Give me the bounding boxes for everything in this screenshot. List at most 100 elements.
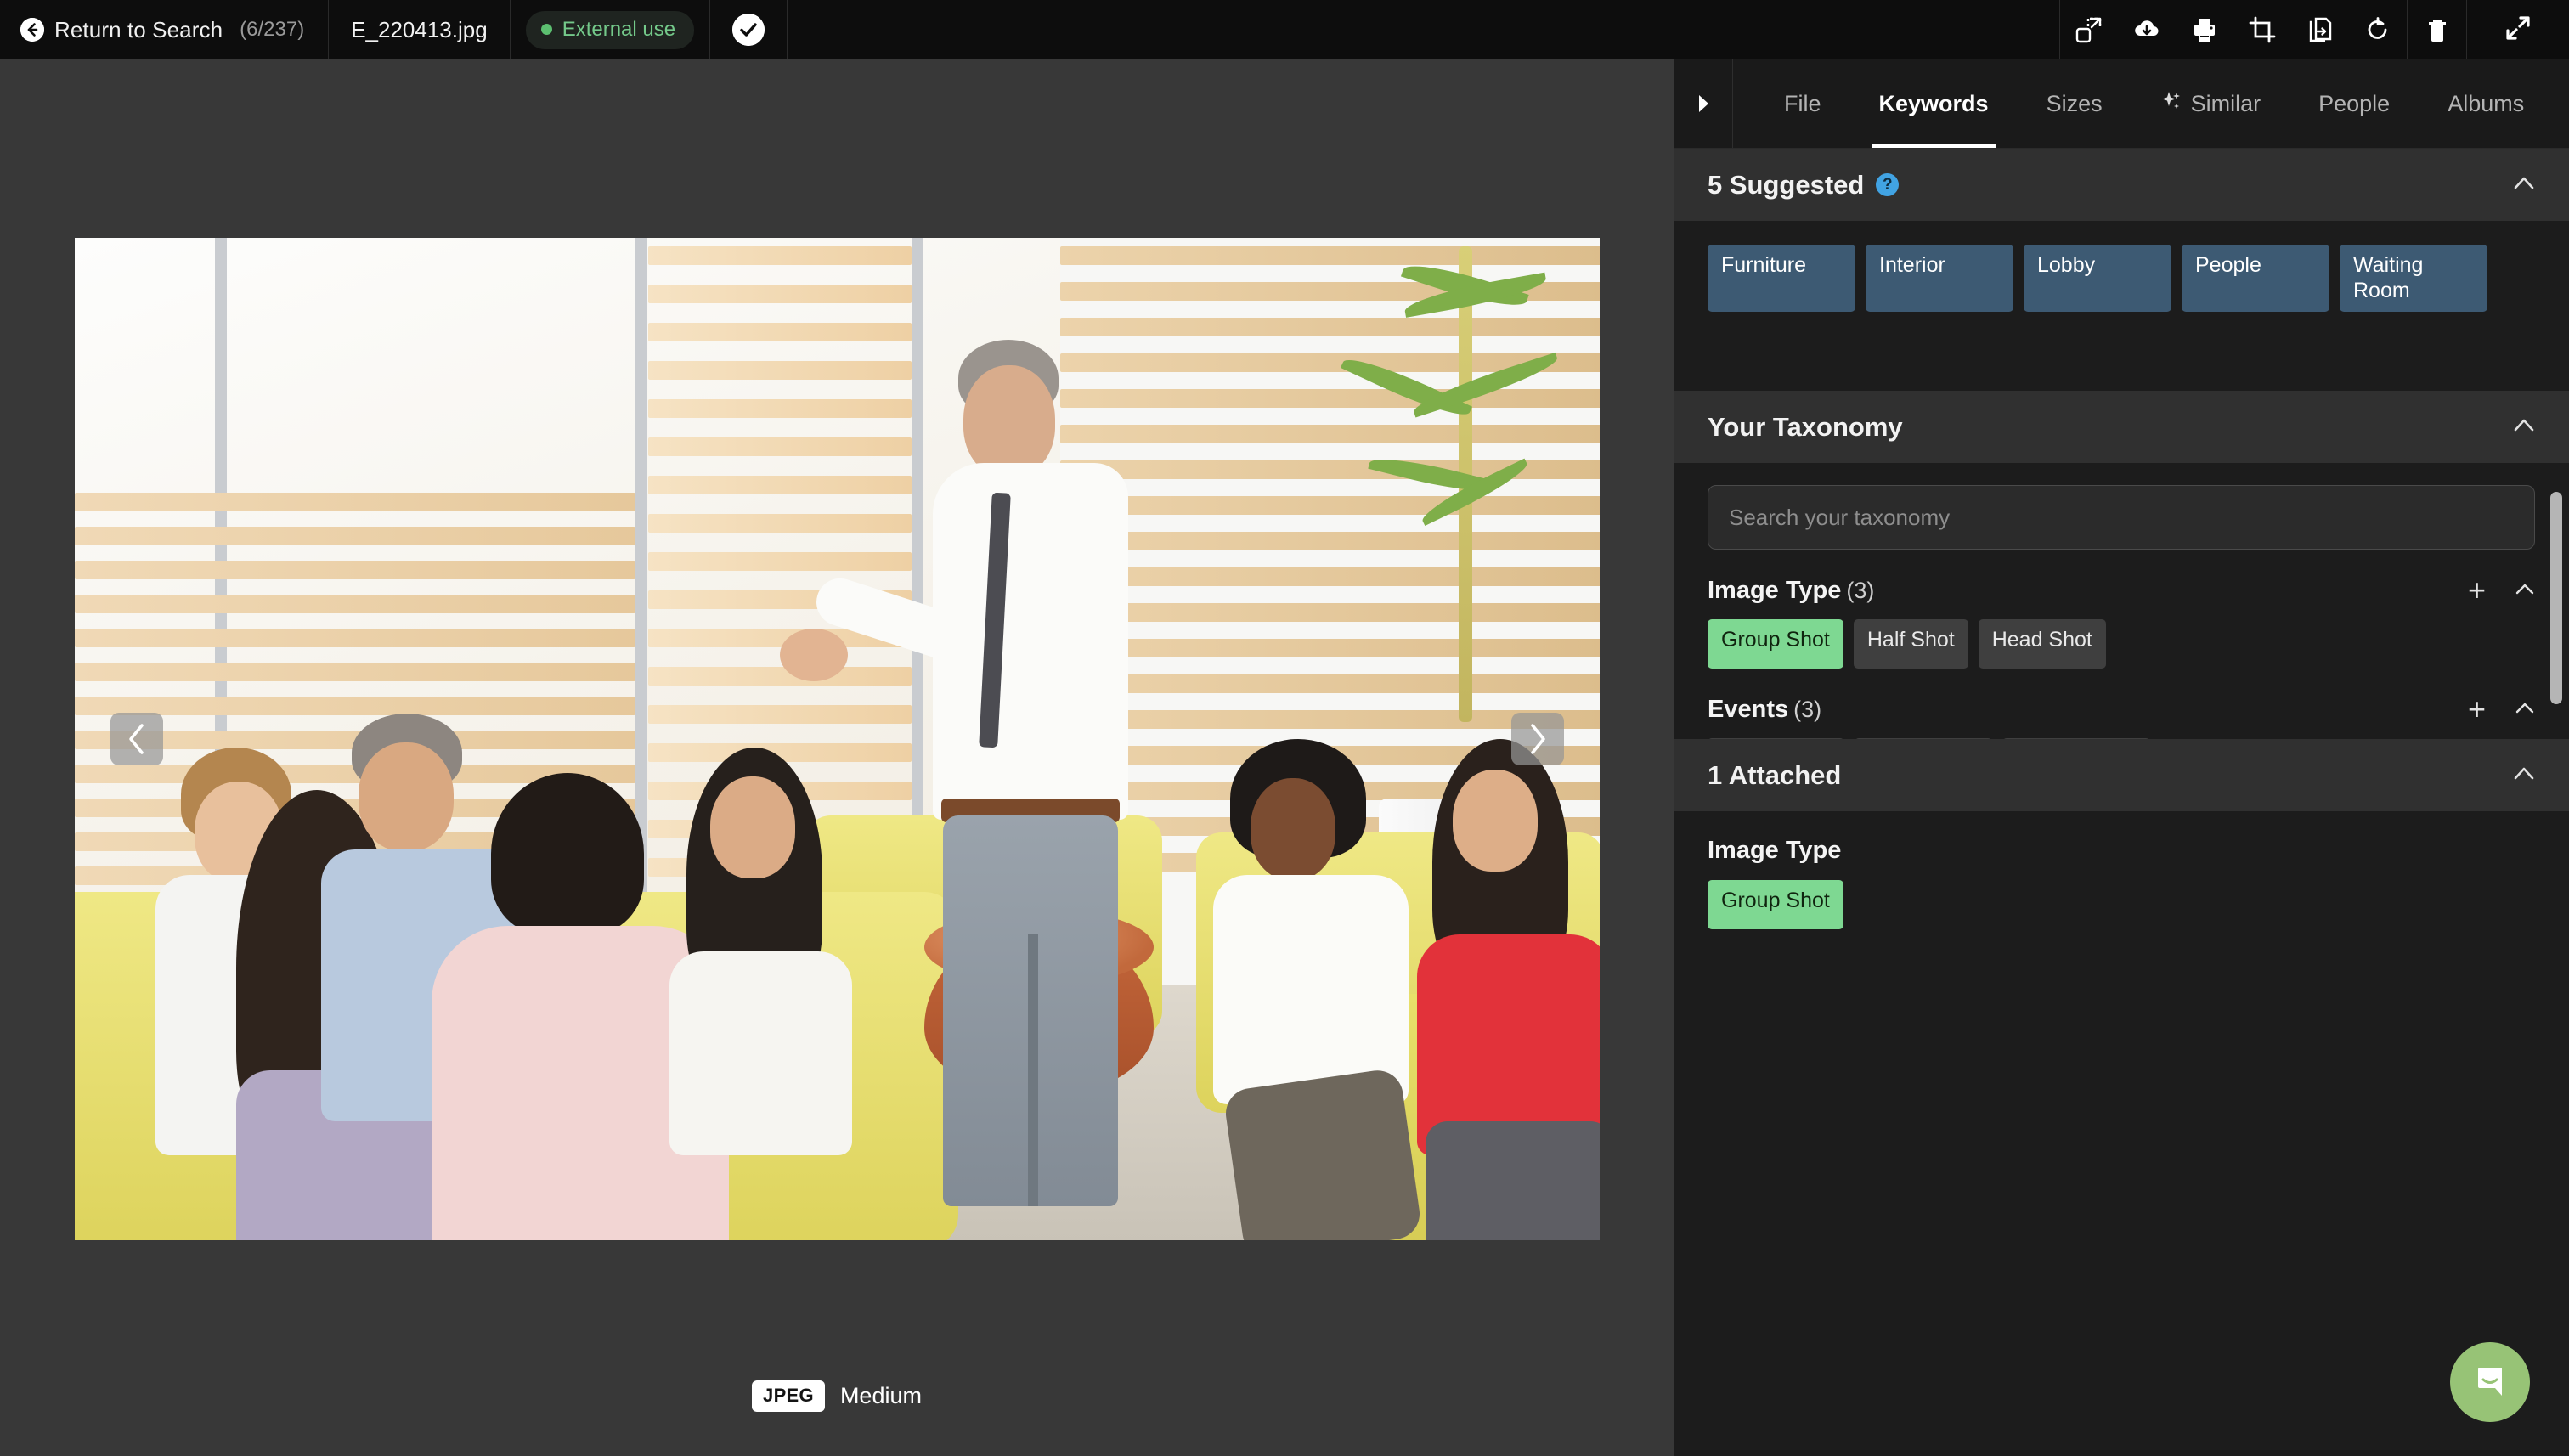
suggested-chip[interactable]: Interior (1866, 245, 2013, 312)
back-arrow-icon (20, 18, 44, 42)
suggested-body: Furniture Interior Lobby People Waiting … (1674, 221, 2569, 391)
tab-albums[interactable]: Albums (2419, 59, 2553, 148)
group-header: Events (3) + (1708, 694, 2535, 725)
chat-bubble-icon (2469, 1359, 2511, 1406)
panel-tabs: File Keywords Sizes Similar People Album… (1733, 59, 2569, 148)
taxonomy-chip[interactable]: Head Shot (1978, 619, 2106, 669)
download-cloud-icon[interactable] (2118, 0, 2176, 59)
taxonomy-collapse-button[interactable] (2513, 417, 2535, 437)
group-collapse-button[interactable] (2515, 582, 2535, 600)
chevron-left-icon (129, 724, 144, 754)
attached-chip[interactable]: Group Shot (1708, 880, 1843, 929)
rotate-icon[interactable] (2349, 0, 2407, 59)
tab-sizes[interactable]: Sizes (2018, 59, 2131, 148)
attached-collapse-button[interactable] (2513, 765, 2535, 785)
tab-people[interactable]: People (2290, 59, 2419, 148)
group-count: (3) (1793, 696, 1822, 722)
taxonomy-chip[interactable]: Team Building (2002, 738, 2151, 739)
person-seated-5 (669, 748, 865, 1155)
chevron-right-icon (1698, 95, 1708, 112)
return-to-search-label: Return to Search (54, 16, 223, 42)
person-standing-presenter (780, 340, 1154, 1240)
group-collapse-button[interactable] (2515, 701, 2535, 719)
attached-body: Image Type Group Shot (1674, 811, 2569, 1456)
tab-label: Albums (2448, 90, 2525, 116)
group-title-wrap: Image Type (3) (1708, 577, 1874, 605)
taxonomy-scrollbar[interactable] (2550, 492, 2562, 704)
tab-similar[interactable]: Similar (2131, 59, 2290, 148)
taxonomy-title: Your Taxonomy (1708, 411, 1903, 442)
taxonomy-chip[interactable]: Office Party (1855, 738, 1993, 739)
group-title: Image Type (1708, 576, 1842, 604)
attached-section-header[interactable]: 1 Attached (1674, 739, 2569, 811)
tab-file[interactable]: File (1755, 59, 1850, 148)
taxonomy-group-image-type: Image Type (3) + Group Shot Half Shot He… (1708, 575, 2535, 669)
approve-button[interactable] (709, 0, 788, 59)
taxonomy-chip[interactable]: Group Shot (1708, 619, 1843, 669)
chevron-up-icon (2515, 703, 2534, 713)
sparkle-icon (2160, 90, 2182, 118)
previous-image-button[interactable] (110, 713, 163, 765)
group-actions: + (2468, 694, 2535, 725)
preview-image[interactable] (75, 238, 1600, 1240)
taxonomy-content: Image Type(3) + Group Shot Half Shot (1674, 463, 2569, 739)
panel-expand-toggle[interactable] (1674, 59, 1733, 148)
attached-group-label: Image Type (1708, 837, 1842, 864)
chevron-right-icon (1531, 724, 1545, 754)
add-keyword-button[interactable]: + (2468, 575, 2486, 606)
file-name-label: E_220413.jpg (351, 16, 488, 42)
tab-label: Keywords (1878, 90, 1989, 116)
group-title-wrap: Events (3) (1708, 696, 1821, 724)
taxonomy-section-header[interactable]: Your Taxonomy (1674, 391, 2569, 463)
usage-status-label: External use (562, 17, 676, 41)
expand-fullscreen-button[interactable] (2467, 0, 2569, 59)
tab-keywords[interactable]: Keywords (1850, 59, 2018, 148)
replace-file-icon[interactable] (2291, 0, 2349, 59)
add-keyword-button[interactable]: + (2468, 694, 2486, 725)
crop-icon[interactable] (2233, 0, 2291, 59)
image-viewer: JPEG Medium (0, 59, 1674, 1456)
result-position-counter: (6/237) (240, 18, 305, 41)
taxonomy-search-input[interactable] (1708, 485, 2535, 550)
photo-canvas (75, 238, 1600, 1240)
taxonomy-chip[interactable]: Half Shot (1853, 619, 1968, 669)
next-image-button[interactable] (1511, 713, 1564, 765)
chevron-up-icon (2514, 177, 2534, 189)
status-dot-icon (540, 24, 552, 35)
suggested-collapse-button[interactable] (2513, 175, 2535, 195)
help-icon[interactable]: ? (1876, 173, 1900, 196)
return-to-search-button[interactable]: Return to Search (6/237) (0, 0, 330, 59)
suggested-chip[interactable]: Lobby (2024, 245, 2171, 312)
taxonomy-group-events: Events(3) + Conference Office Party (1708, 694, 2535, 739)
trash-icon[interactable] (2408, 0, 2466, 59)
group-header: Image Type (3) + (1708, 575, 2535, 606)
usage-status-cell[interactable]: External use (511, 0, 709, 59)
tab-label: Similar (2190, 90, 2261, 116)
check-circle-icon (732, 14, 765, 46)
suggested-section-header[interactable]: 5 Suggested ? (1674, 149, 2569, 221)
person-seated-6 (1213, 739, 1426, 1240)
suggested-title: 5 Suggested (1708, 169, 1865, 200)
suggested-chip[interactable]: Waiting Room (2340, 245, 2487, 312)
chevron-up-icon (2514, 767, 2534, 780)
panel-tabbar: File Keywords Sizes Similar People Album… (1674, 59, 2569, 149)
taxonomy-scroll-region: Image Type(3) + Group Shot Half Shot (1674, 463, 2569, 739)
tab-label: People (2318, 90, 2391, 116)
image-actions-group (2059, 0, 2408, 59)
file-name-cell: E_220413.jpg (329, 0, 511, 59)
size-label: Medium (839, 1383, 922, 1408)
suggested-title-wrap: 5 Suggested ? (1708, 169, 1900, 200)
group-chip-list: Group Shot Half Shot Head Shot (1708, 619, 2535, 669)
suggested-chip[interactable]: People (2182, 245, 2329, 312)
print-icon[interactable] (2176, 0, 2233, 59)
group-chip-list: Conference Office Party Team Building (1708, 738, 2535, 739)
format-badge: JPEG (752, 1380, 825, 1412)
duplicate-resize-icon[interactable] (2060, 0, 2118, 59)
suggested-chip[interactable]: Furniture (1708, 245, 1855, 312)
chat-launcher-button[interactable] (2450, 1342, 2530, 1422)
usage-status-badge[interactable]: External use (525, 10, 695, 49)
taxonomy-chip[interactable]: Conference (1708, 738, 1845, 739)
tab-label: Sizes (2046, 90, 2103, 116)
top-toolbar: Return to Search (6/237) E_220413.jpg Ex… (0, 0, 2569, 59)
chevron-up-icon (2515, 584, 2534, 594)
